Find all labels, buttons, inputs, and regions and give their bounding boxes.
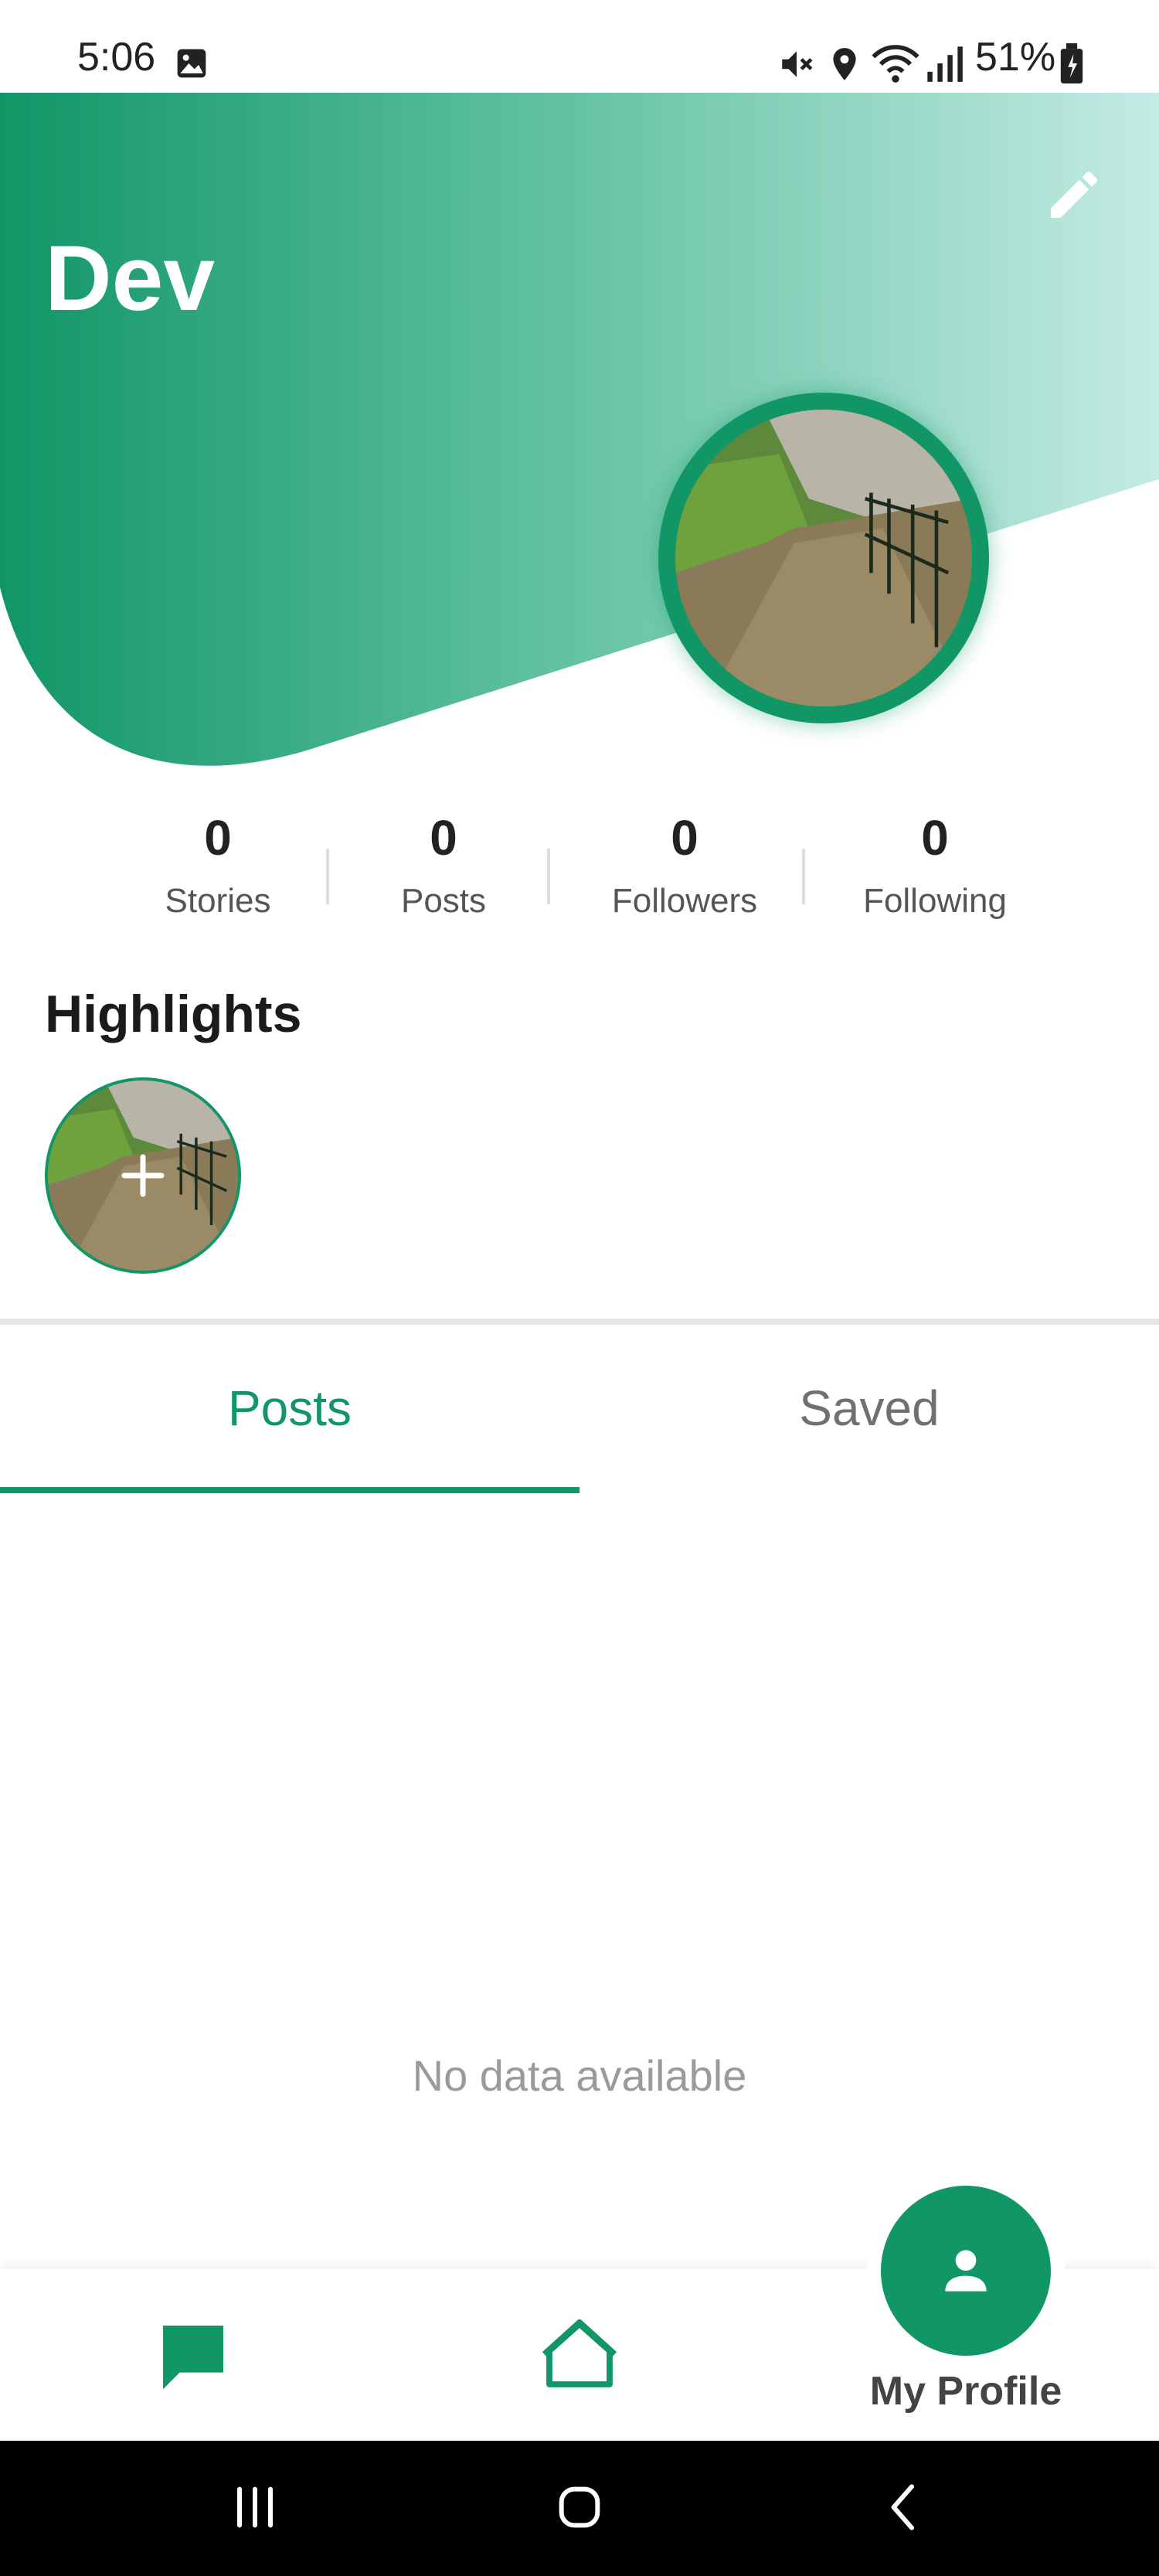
system-navigation-bar	[0, 2441, 1159, 2576]
gallery-icon	[177, 49, 206, 78]
my-profile-button[interactable]	[881, 2186, 1051, 2356]
status-bar: 5:06 51%	[0, 0, 1159, 94]
location-icon	[833, 48, 856, 80]
battery-percentage: 51%	[975, 35, 1056, 80]
pencil-icon[interactable]	[1043, 164, 1105, 226]
chat-icon[interactable]	[153, 2316, 233, 2396]
stat-label: Stories	[165, 882, 271, 920]
stat-label: Followers	[611, 882, 758, 920]
stat-divider	[802, 849, 805, 904]
stat-divider	[326, 849, 329, 904]
signal-icon	[927, 46, 963, 82]
home-icon[interactable]	[539, 2314, 620, 2394]
stat-count: 0	[671, 810, 698, 866]
highlights-title: Highlights	[45, 985, 302, 1043]
stat-count: 0	[921, 810, 949, 866]
stat-count: 0	[430, 810, 457, 866]
tab-indicator	[0, 1487, 580, 1493]
mute-icon	[782, 51, 813, 77]
avatar[interactable]	[658, 393, 989, 723]
tab-saved[interactable]: Saved	[580, 1383, 1159, 1433]
stat-divider	[547, 849, 550, 904]
stat-label: Posts	[400, 882, 487, 920]
stat-followers[interactable]: 0 Followers	[584, 813, 785, 918]
battery-icon	[1060, 43, 1083, 83]
section-divider	[0, 1319, 1159, 1325]
avatar-image	[675, 410, 972, 706]
empty-state-message: No data available	[412, 2051, 747, 2100]
profile-name: Dev	[45, 226, 216, 330]
back-icon[interactable]	[873, 2476, 935, 2538]
add-highlight-button[interactable]	[45, 1077, 241, 1274]
wifi-icon	[872, 45, 919, 83]
home-system-icon[interactable]	[549, 2476, 610, 2538]
tab-posts[interactable]: Posts	[0, 1383, 580, 1433]
plus-icon	[121, 1154, 165, 1197]
status-time: 5:06	[77, 35, 156, 80]
stat-following[interactable]: 0 Following	[834, 813, 1035, 918]
profile-header-background	[0, 93, 1159, 766]
my-profile-label[interactable]: My Profile	[850, 2371, 1082, 2411]
stat-label: Following	[863, 882, 1007, 920]
stat-stories[interactable]: 0 Stories	[117, 813, 318, 918]
person-icon	[945, 2250, 987, 2292]
stat-count: 0	[204, 810, 232, 866]
recent-apps-icon[interactable]	[224, 2476, 286, 2538]
stat-posts[interactable]: 0 Posts	[343, 813, 544, 918]
